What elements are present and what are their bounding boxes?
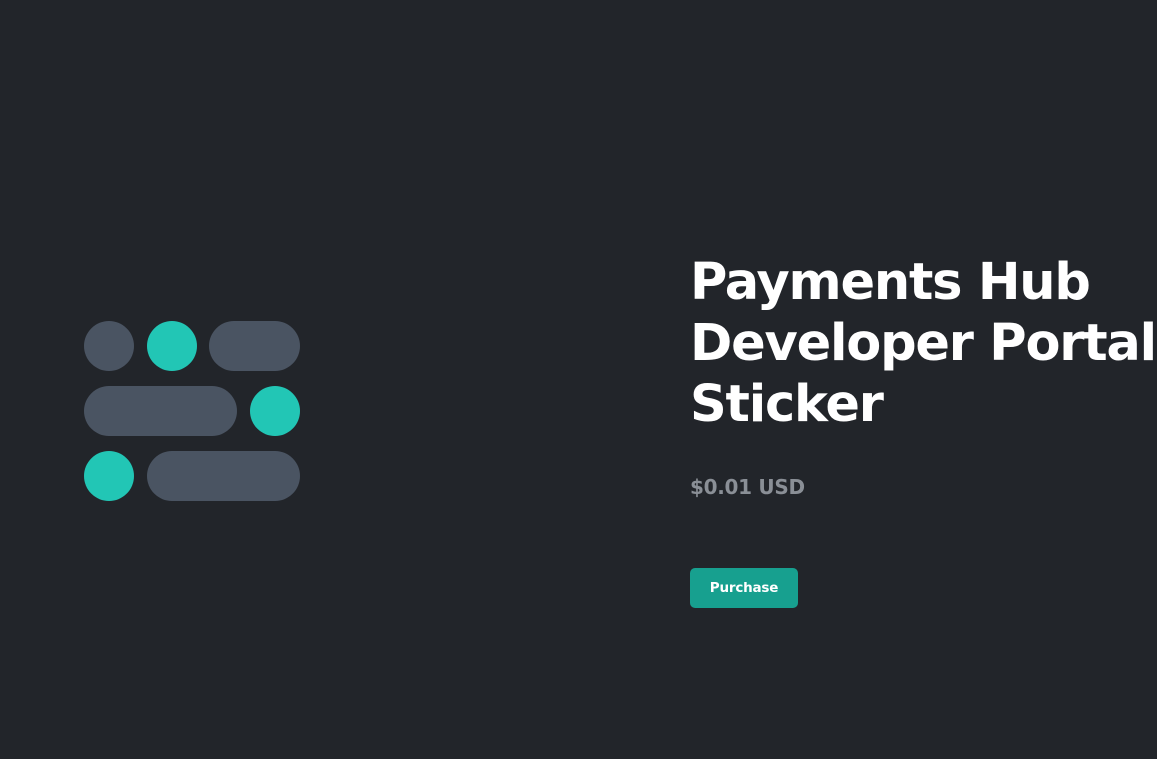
logo-dot-teal (147, 321, 197, 371)
product-title-line: Developer Portal (690, 314, 1157, 373)
product-title: Payments Hub Developer Portal Sticker (690, 252, 1157, 435)
product-title-line: Payments Hub (690, 253, 1091, 312)
logo-dot-teal (250, 386, 300, 436)
product-logo-image (84, 321, 300, 501)
logo-pill-gray (84, 386, 237, 436)
purchase-button[interactable]: Purchase (690, 568, 798, 608)
logo-dot-gray (84, 321, 134, 371)
logo-pill-gray (209, 321, 300, 371)
product-title-line: Sticker (690, 375, 884, 434)
logo-dot-teal (84, 451, 134, 501)
product-price: $0.01 USD (690, 475, 805, 499)
logo-pill-gray (147, 451, 300, 501)
